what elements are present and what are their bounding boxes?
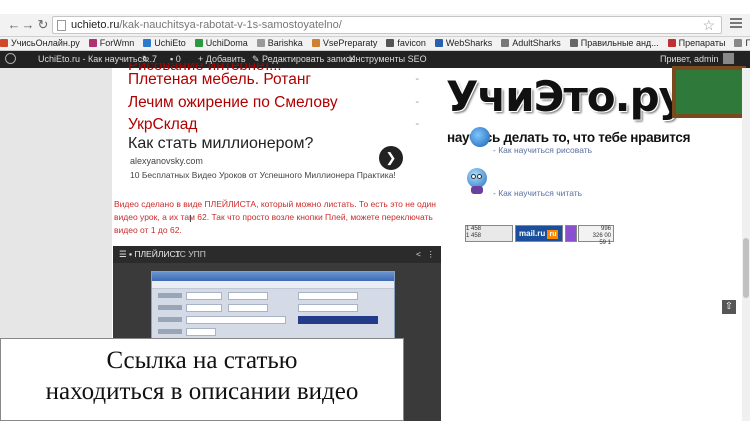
- address-host: uchieto.ru: [71, 19, 120, 31]
- bookmark-favicon-icon: [311, 39, 320, 47]
- bookmark-favicon-icon: [434, 39, 443, 47]
- bookmark-favicon-icon: [194, 39, 203, 47]
- address-path: /kak-nauchitsya-rabotat-v-1s-samostoyate…: [119, 19, 342, 31]
- counter-line: 1 458: [466, 226, 482, 232]
- ad-link-3-label: УкрСклад: [128, 116, 198, 133]
- globe-icon: [470, 127, 490, 147]
- bookmark-item[interactable]: ForWmn: [88, 37, 135, 50]
- site-logo[interactable]: УчиЭто.ру: [446, 72, 686, 122]
- bookmark-label: Barishka: [267, 38, 303, 48]
- counter-line: 326 00: [592, 233, 611, 239]
- ad-millionaire-title[interactable]: Как стать миллионером?: [128, 135, 313, 153]
- caption-overlay: Ссылка на статью находиться в описании в…: [0, 338, 404, 421]
- caption-line-1: Ссылка на статью: [106, 347, 298, 374]
- scroll-top-icon[interactable]: ⇧: [722, 300, 736, 314]
- bookmark-favicon-icon: [667, 39, 676, 47]
- chevron-right-icon[interactable]: ❯: [379, 146, 403, 170]
- reload-icon[interactable]: ↻: [35, 17, 51, 33]
- address-input[interactable]: uchieto.ru/kak-nauchitsya-rabotat-v-1s-s…: [52, 16, 722, 34]
- bookmark-item[interactable]: UchiDoma: [194, 37, 248, 50]
- bookmark-favicon-icon: [386, 39, 395, 47]
- bookmark-favicon-icon: [88, 39, 97, 47]
- ad-link-3[interactable]: УкрСклад -: [128, 115, 423, 134]
- share-icon[interactable]: <: [416, 246, 421, 263]
- counter-mailru[interactable]: mail.ru ru: [515, 225, 563, 242]
- wordpress-logo-icon[interactable]: [5, 51, 16, 68]
- bookmark-label: favicon: [397, 38, 426, 48]
- avatar: [722, 53, 734, 64]
- ad-millionaire-url[interactable]: alexyanovsky.com: [130, 156, 203, 166]
- bookmark-label: WebSharks: [445, 38, 493, 48]
- ad-link-cut[interactable]: Рисование интернет...: [128, 63, 423, 70]
- greeting: Привет, admin: [660, 54, 719, 64]
- bookmark-item[interactable]: favicon: [386, 37, 426, 50]
- sidebar-link-drawing[interactable]: - Как научиться рисовать: [493, 145, 592, 155]
- ad-dash: -: [415, 96, 419, 108]
- bookmark-item[interactable]: Препараты: [667, 37, 726, 50]
- more-icon[interactable]: ⋮: [427, 246, 436, 263]
- bookmark-item[interactable]: Правильные анд...: [569, 37, 659, 50]
- bookmark-favicon-icon: [569, 39, 578, 47]
- counter-stats[interactable]: 996 326 00 59 1: [578, 225, 614, 246]
- bookmark-label: UchiEto: [154, 38, 186, 48]
- bookmark-favicon-icon: [0, 39, 8, 47]
- bookmark-favicon-icon: [501, 39, 510, 47]
- counter-mail-label: mail.ru: [519, 229, 546, 238]
- caption-line-2: находиться в описании видео: [45, 378, 359, 405]
- browser-menu-icon[interactable]: [730, 18, 742, 30]
- counter-badge[interactable]: [565, 225, 577, 242]
- article-paragraph: Видео сделано в виде ПЛЕЙЛИСТА, который …: [114, 199, 436, 235]
- bookmark-item[interactable]: Препараты от Мар...: [734, 37, 750, 50]
- bookmark-label: Препараты от Мар...: [745, 38, 750, 48]
- bookmark-item[interactable]: УчисьОнлайн.ру: [0, 37, 80, 50]
- text-cursor: I: [189, 214, 192, 225]
- ad-dash: -: [415, 73, 419, 85]
- sidebar-link-reading[interactable]: - Как научиться читать: [493, 188, 582, 198]
- bookmark-item[interactable]: Barishka: [256, 37, 303, 50]
- ad-link-2[interactable]: Лечим ожирение по Смелову -: [128, 93, 423, 112]
- forward-icon[interactable]: →: [20, 17, 36, 33]
- bookmark-item[interactable]: WebSharks: [434, 37, 493, 50]
- bookmark-label: Правильные анд...: [580, 38, 659, 48]
- scrollbar-thumb[interactable]: [743, 238, 749, 298]
- bookmark-label: Препараты: [678, 38, 726, 48]
- counter-line: 59 1: [599, 240, 611, 246]
- counter-line: 996: [600, 226, 611, 232]
- ad-millionaire-desc: 10 Бесплатных Видео Уроков от Успешного …: [130, 170, 396, 180]
- bookmark-label: UchiDoma: [205, 38, 248, 48]
- playlist-button[interactable]: ☰ ▪ ПЛЕЙЛИСТ: [119, 246, 181, 263]
- player-header: ☰ ▪ ПЛЕЙЛИСТ 1С УПП < ⋮: [113, 246, 441, 263]
- bookmark-favicon-icon: [734, 39, 743, 47]
- bookmark-item[interactable]: UchiEto: [143, 37, 186, 50]
- bookmark-label: AdultSharks: [512, 38, 561, 48]
- bookmark-star-icon[interactable]: ☆: [702, 17, 715, 33]
- chalkboard-icon: [672, 66, 746, 118]
- bookmark-item[interactable]: AdultSharks: [501, 37, 561, 50]
- screen: ← → ↻ uchieto.ru/kak-nauchitsya-rabotat-…: [0, 0, 750, 421]
- ad-link-2-label: Лечим ожирение по Смелову: [128, 94, 338, 111]
- bookmark-label: VsePreparaty: [322, 38, 378, 48]
- ad-link-1-label: Плетеная мебель. Ротанг: [128, 71, 312, 88]
- video-title[interactable]: 1С УПП: [175, 246, 206, 263]
- bookmark-label: УчисьОнлайн.ру: [11, 38, 80, 48]
- ad-link-1[interactable]: Плетеная мебель. Ротанг -: [128, 70, 423, 89]
- page-icon: [57, 20, 66, 31]
- page-scrollbar[interactable]: [742, 68, 750, 421]
- address-bar-row: ← → ↻ uchieto.ru/kak-nauchitsya-rabotat-…: [0, 14, 750, 37]
- bookmark-favicon-icon: [143, 39, 152, 47]
- counter-mail-ru: ru: [547, 230, 559, 239]
- ad-dash: -: [415, 118, 419, 130]
- bookmark-item[interactable]: VsePreparaty: [311, 37, 378, 50]
- bookmark-label: ForWmn: [99, 38, 135, 48]
- counter-line: 1 458: [466, 233, 482, 239]
- bookmark-favicon-icon: [256, 39, 265, 47]
- bookmarks-bar: УчисьОнлайн.ру ForWmn UchiEto UchiDoma Baris…: [0, 37, 750, 51]
- counter-liveinternet[interactable]: 1 458 1 458: [465, 225, 513, 242]
- mascot-icon: [465, 168, 489, 194]
